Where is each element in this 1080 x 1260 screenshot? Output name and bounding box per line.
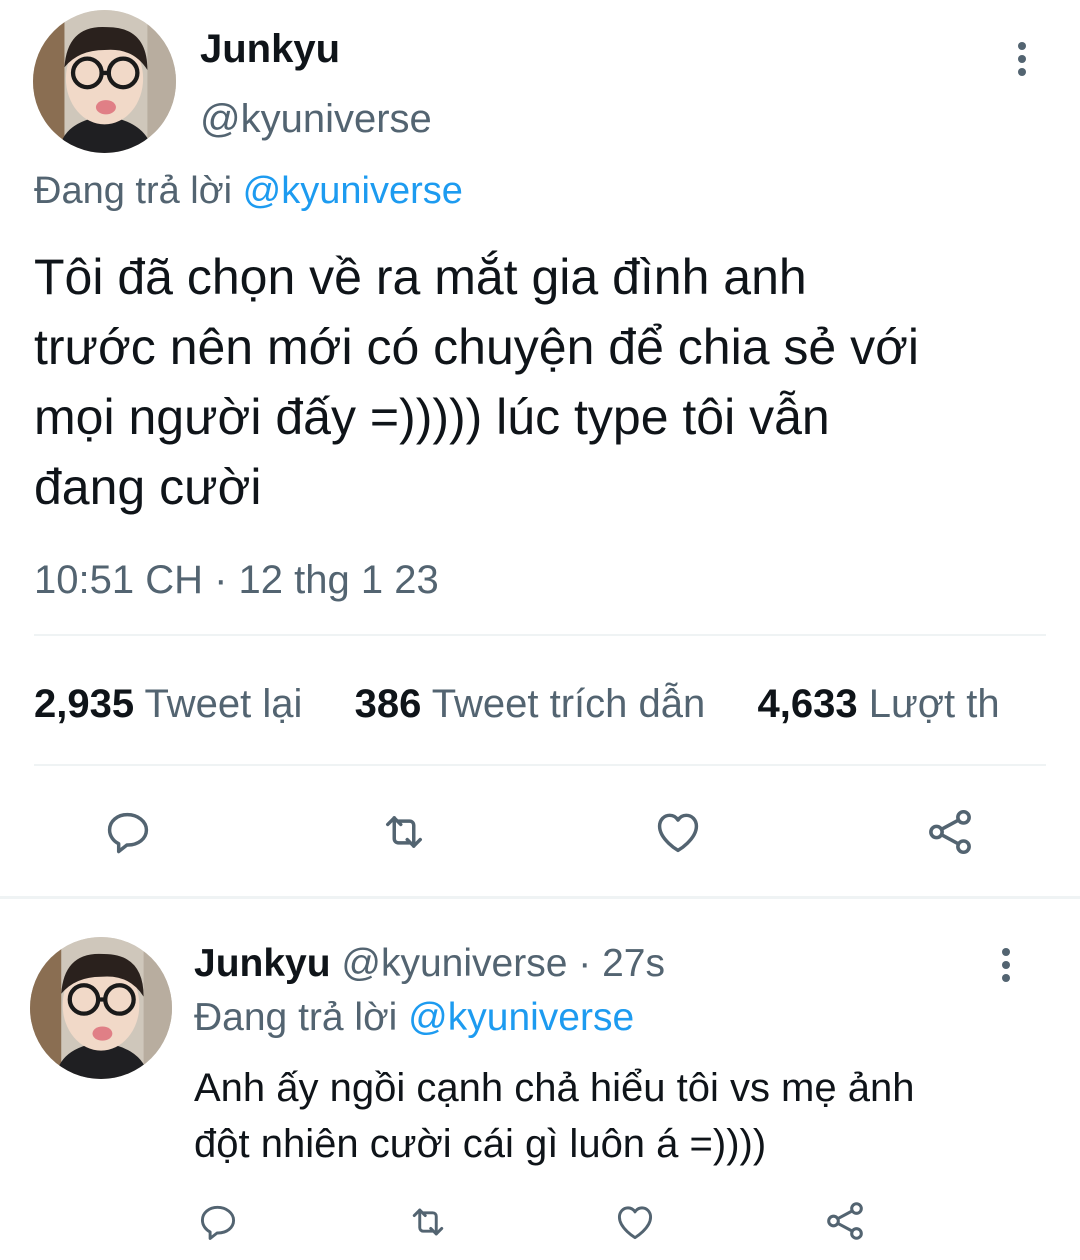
retweet-icon xyxy=(386,816,422,848)
tweet-text-line: đang cười xyxy=(34,459,262,515)
share-icon xyxy=(827,1202,863,1240)
reply-header: Junkyu @kyuniverse · 27s xyxy=(194,941,665,987)
quote-count: 386 xyxy=(354,682,422,726)
reply-share-button[interactable] xyxy=(820,1196,870,1246)
reply-author-name[interactable]: Junkyu xyxy=(194,942,331,985)
retweet-count: 2,935 xyxy=(34,682,135,726)
reply-text-line: Anh ấy ngồi cạnh chả hiểu tôi vs mẹ ảnh xyxy=(194,1066,915,1110)
like-button[interactable] xyxy=(648,802,708,862)
divider xyxy=(34,764,1046,766)
like-label: Lượt th xyxy=(868,682,1000,726)
tweet-text: Tôi đã chọn về ra mắt gia đình anh trước… xyxy=(34,242,919,522)
quote-stat[interactable]: 386 Tweet trích dẫn xyxy=(355,682,706,726)
retweet-button[interactable] xyxy=(372,802,436,862)
reply-retweet-button[interactable] xyxy=(402,1198,454,1246)
retweet-label: Tweet lại xyxy=(144,682,303,726)
avatar-image xyxy=(33,10,176,153)
tweet-stats: 2,935 Tweet lại 386 Tweet trích dẫn 4,63… xyxy=(34,680,1000,728)
like-icon xyxy=(617,1206,653,1240)
reply-like-button[interactable] xyxy=(610,1198,660,1246)
reply-icon xyxy=(107,812,149,854)
retweet-icon xyxy=(412,1208,444,1236)
like-icon xyxy=(657,813,699,853)
reply-handle-link[interactable]: @kyuniverse xyxy=(243,170,463,212)
retweet-stat[interactable]: 2,935 Tweet lại xyxy=(34,682,302,726)
tweet-timestamp[interactable]: 10:51 CH · 12 thg 1 23 xyxy=(34,556,439,604)
reply-time[interactable]: · 27s xyxy=(578,942,665,985)
reply-icon xyxy=(200,1205,236,1240)
share-button[interactable] xyxy=(920,802,980,862)
like-count: 4,633 xyxy=(757,682,858,726)
section-divider xyxy=(0,896,1080,899)
reply-handle-link[interactable]: @kyuniverse xyxy=(408,996,634,1039)
author-name[interactable]: Junkyu xyxy=(200,26,340,72)
author-handle[interactable]: @kyuniverse xyxy=(200,96,432,142)
avatar-image xyxy=(30,937,172,1079)
like-stat[interactable]: 4,633 Lượt th xyxy=(757,682,999,726)
quote-label: Tweet trích dẫn xyxy=(431,682,706,726)
reply-prefix: Đang trả lời xyxy=(194,996,398,1039)
more-options-icon[interactable] xyxy=(1017,42,1027,76)
tweet-text-line: Tôi đã chọn về ra mắt gia đình anh xyxy=(34,249,807,305)
reply-reply-button[interactable] xyxy=(194,1198,242,1246)
reply-author-handle[interactable]: @kyuniverse xyxy=(341,942,567,985)
reply-avatar[interactable] xyxy=(30,937,172,1079)
reply-context: Đang trả lời @kyuniverse xyxy=(194,995,634,1041)
reply-button[interactable] xyxy=(98,802,158,862)
tweet-text-line: mọi người đấy =))))) lúc type tôi vẫn xyxy=(34,389,830,445)
reply-more-options-icon[interactable] xyxy=(1001,948,1011,982)
reply-text-line: đột nhiên cười cái gì luôn á =)))) xyxy=(194,1122,767,1166)
share-icon xyxy=(929,809,971,855)
reply-prefix: Đang trả lời xyxy=(34,170,233,212)
tweet-text-line: trước nên mới có chuyện để chia sẻ với xyxy=(34,319,919,375)
reply-context: Đang trả lời @kyuniverse xyxy=(34,168,463,214)
divider xyxy=(34,634,1046,636)
reply-text: Anh ấy ngồi cạnh chả hiểu tôi vs mẹ ảnh … xyxy=(194,1060,914,1172)
avatar[interactable] xyxy=(33,10,176,153)
